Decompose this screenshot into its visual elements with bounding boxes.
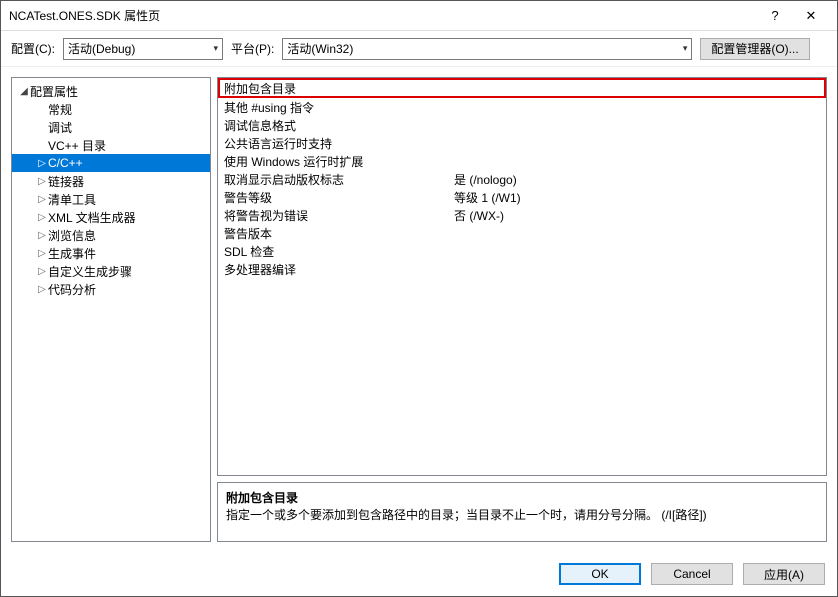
tree-item-linker[interactable]: 链接器 [12, 172, 210, 190]
tree-item-general[interactable]: 常规 [12, 100, 210, 118]
right-panel: 附加包含目录 其他 #using 指令 调试信息格式 公共语言运行时支持 使用 … [217, 77, 827, 542]
grid-row[interactable]: 调试信息格式 [218, 116, 826, 134]
grid-row[interactable]: 多处理器编译 [218, 260, 826, 278]
tree-item-debug[interactable]: 调试 [12, 118, 210, 136]
tree-item-ccpp[interactable]: C/C++ [12, 154, 210, 172]
footer: OK Cancel 应用(A) [1, 552, 837, 596]
grid-row[interactable]: 使用 Windows 运行时扩展 [218, 152, 826, 170]
grid-row[interactable]: 公共语言运行时支持 [218, 134, 826, 152]
body: 配置属性 常规 调试 VC++ 目录 C/C++ 链接器 清单工具 XML 文档… [1, 67, 837, 552]
grid-row[interactable]: 将警告视为错误否 (/WX-) [218, 206, 826, 224]
tree-item-custombuild[interactable]: 自定义生成步骤 [12, 262, 210, 280]
cancel-button[interactable]: Cancel [651, 563, 733, 585]
description-panel: 附加包含目录 指定一个或多个要添加到包含路径中的目录；当目录不止一个时，请用分号… [217, 482, 827, 542]
close-button[interactable]: ✕ [793, 8, 829, 24]
property-grid[interactable]: 附加包含目录 其他 #using 指令 调试信息格式 公共语言运行时支持 使用 … [217, 77, 827, 476]
description-heading: 附加包含目录 [226, 489, 818, 506]
toolbar: 配置(C): 活动(Debug) ▾ 平台(P): 活动(Win32) ▾ 配置… [1, 31, 837, 67]
grid-row[interactable]: SDL 检查 [218, 242, 826, 260]
config-manager-button[interactable]: 配置管理器(O)... [700, 38, 809, 60]
config-combo[interactable]: 活动(Debug) ▾ [63, 38, 223, 60]
grid-row-additional-include[interactable]: 附加包含目录 [218, 78, 826, 98]
tree-panel[interactable]: 配置属性 常规 调试 VC++ 目录 C/C++ 链接器 清单工具 XML 文档… [11, 77, 211, 542]
tree-item-vcdirs[interactable]: VC++ 目录 [12, 136, 210, 154]
grid-row[interactable]: 警告等级等级 1 (/W1) [218, 188, 826, 206]
description-text: 指定一个或多个要添加到包含路径中的目录；当目录不止一个时，请用分号分隔。 (/I… [226, 506, 818, 523]
property-page-dialog: NCATest.ONES.SDK 属性页 ? ✕ 配置(C): 活动(Debug… [0, 0, 838, 597]
chevron-down-icon: ▾ [683, 43, 688, 54]
platform-value: 活动(Win32) [287, 40, 353, 57]
grid-row[interactable]: 警告版本 [218, 224, 826, 242]
grid-row[interactable]: 取消显示启动版权标志是 (/nologo) [218, 170, 826, 188]
ok-button[interactable]: OK [559, 563, 641, 585]
chevron-down-icon: ▾ [213, 43, 218, 54]
grid-row[interactable]: 其他 #using 指令 [218, 98, 826, 116]
config-value: 活动(Debug) [68, 40, 135, 57]
config-label: 配置(C): [11, 40, 55, 57]
tree-item-buildevents[interactable]: 生成事件 [12, 244, 210, 262]
platform-label: 平台(P): [231, 40, 274, 57]
tree-item-codeanalysis[interactable]: 代码分析 [12, 280, 210, 298]
tree-item-manifest[interactable]: 清单工具 [12, 190, 210, 208]
tree-item-xmldoc[interactable]: XML 文档生成器 [12, 208, 210, 226]
apply-button[interactable]: 应用(A) [743, 563, 825, 585]
titlebar: NCATest.ONES.SDK 属性页 ? ✕ [1, 1, 837, 31]
tree-item-browse[interactable]: 浏览信息 [12, 226, 210, 244]
tree-root[interactable]: 配置属性 [12, 82, 210, 100]
help-button[interactable]: ? [757, 8, 793, 23]
platform-combo[interactable]: 活动(Win32) ▾ [282, 38, 692, 60]
window-title: NCATest.ONES.SDK 属性页 [9, 7, 757, 24]
